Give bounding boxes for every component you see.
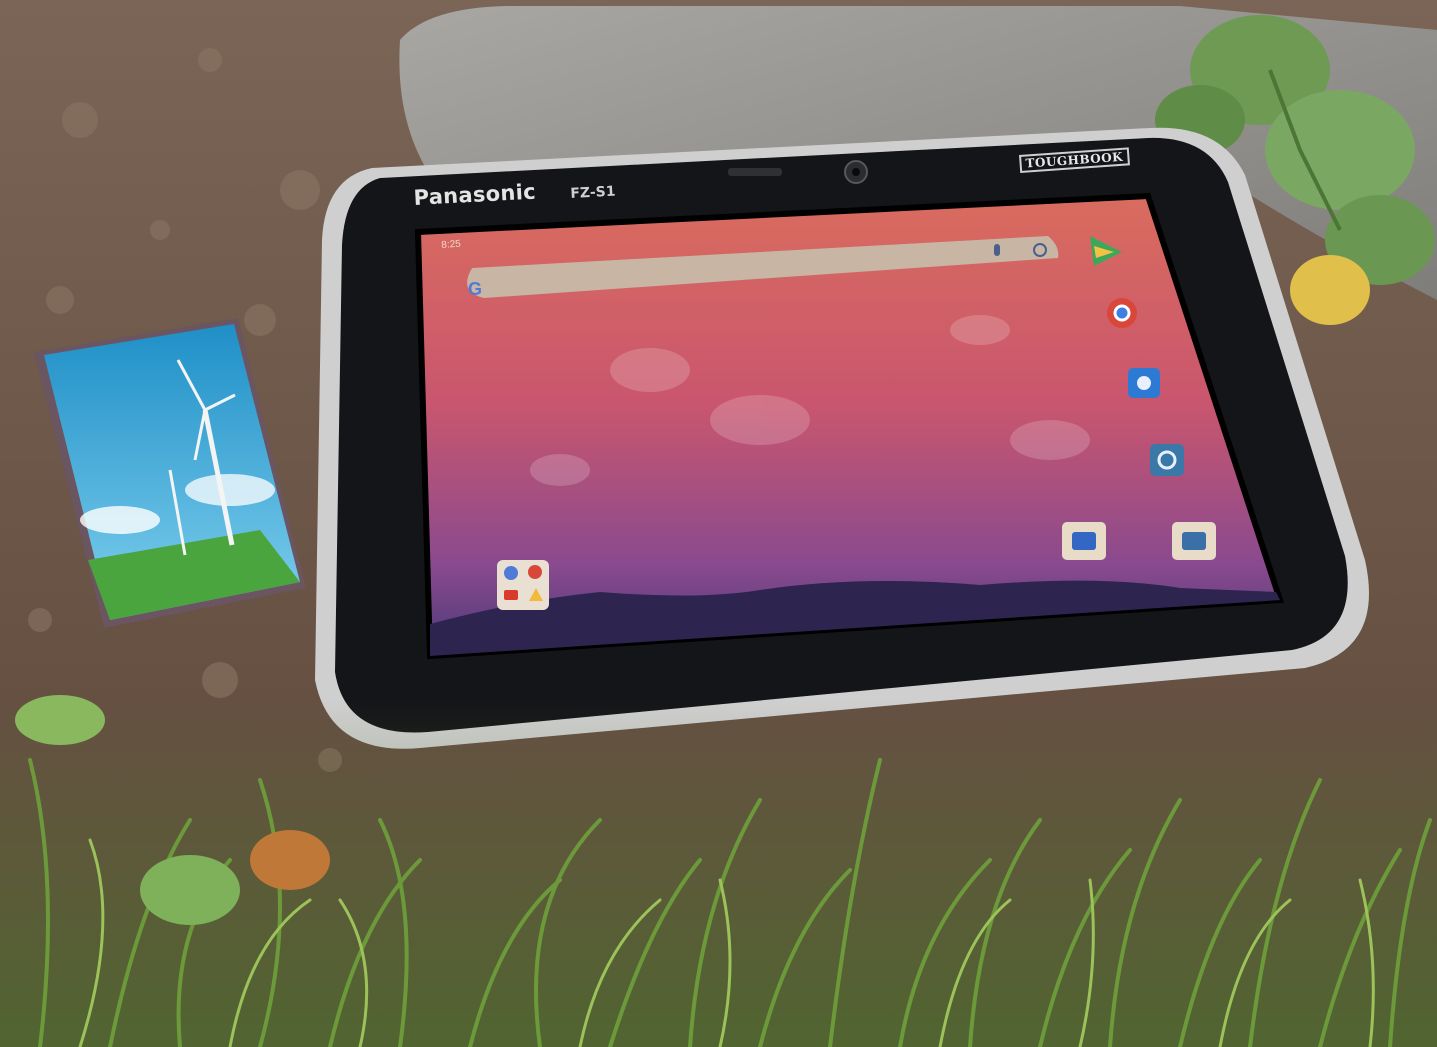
model-label: FZ-S1 [570,183,616,202]
tablet: G [315,127,1369,749]
chrome-small-icon [528,565,542,579]
youtube-icon [504,590,518,600]
google-search-icon [504,566,518,580]
google-g-icon: G [468,279,482,299]
status-time: 8:25 [441,238,462,251]
settings-icon[interactable] [1150,444,1184,476]
google-apps-folder[interactable] [497,560,549,610]
green-leaf [140,855,240,925]
dry-leaf [250,830,330,890]
photo-scene: G [0,0,1437,1047]
mic-icon[interactable] [994,244,1000,256]
green-leaf [15,695,105,745]
